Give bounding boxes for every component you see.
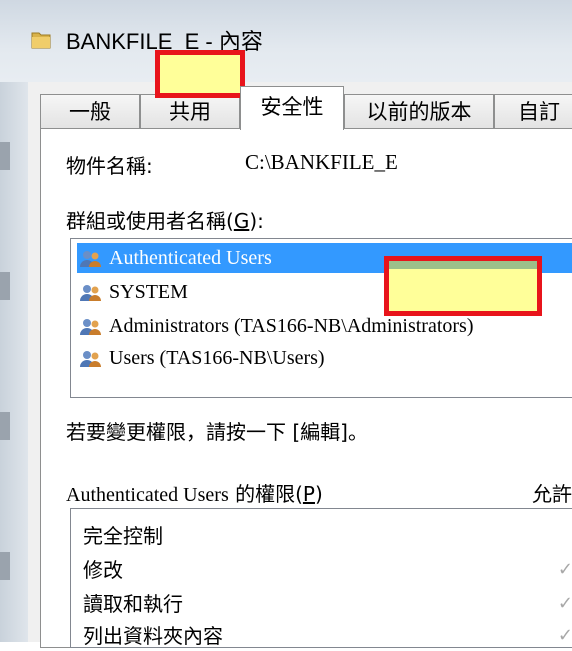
tab-strip: 一般 共用 安全性 以前的版本 自訂 xyxy=(40,86,572,130)
group-item-users[interactable]: Users (TAS166-NB\Users) xyxy=(77,343,325,373)
group-name: SYSTEM xyxy=(109,281,188,303)
permission-name: 列出資料夾內容 xyxy=(83,624,223,648)
group-name: Users (TAS166-NB\Users) xyxy=(109,347,325,369)
users-icon xyxy=(79,316,103,346)
permissions-label-user: Authenticated Users xyxy=(66,484,229,506)
redaction-box xyxy=(384,256,542,316)
background-window-edge xyxy=(0,82,28,642)
groups-label-suffix: ): xyxy=(249,209,264,233)
checkmark-icon: ✓ xyxy=(557,559,572,580)
groups-label-accesskey: G xyxy=(233,209,250,233)
permission-name: 完全控制 xyxy=(83,524,163,548)
groups-label-prefix: 群組或使用者名稱( xyxy=(66,209,234,233)
folder-icon xyxy=(30,28,54,56)
groups-label: 群組或使用者名稱(G): xyxy=(66,205,264,234)
tab-general[interactable]: 一般 xyxy=(40,94,140,128)
title-bar: BANKFILE_E - 內容 xyxy=(0,0,572,82)
object-name-label: 物件名稱: xyxy=(66,154,153,178)
users-icon xyxy=(79,282,103,312)
users-icon xyxy=(79,248,103,278)
permission-name: 讀取和執行 xyxy=(83,592,183,616)
group-name: Administrators (TAS166-NB\Administrators… xyxy=(109,315,474,337)
permission-row-list-folder-contents: 列出資料夾內容 ✓ xyxy=(83,621,572,651)
edit-hint: 若要變更權限，請按一下 [編輯]。 xyxy=(66,420,368,444)
allow-column-header: 允許 xyxy=(532,482,572,506)
permission-row-full-control: 完全控制 xyxy=(83,521,572,551)
group-item-system[interactable]: SYSTEM xyxy=(77,277,188,307)
tab-customize[interactable]: 自訂 xyxy=(494,94,572,128)
tab-sharing[interactable]: 共用 xyxy=(140,94,240,128)
permissions-list: 完全控制 修改 ✓ 讀取和執行 ✓ 列出資料夾內容 ✓ xyxy=(70,508,572,648)
object-name-value: C:\BANKFILE_E xyxy=(245,150,398,174)
permissions-label-prefix: 的權限( xyxy=(228,482,303,506)
checkmark-icon: ✓ xyxy=(557,593,572,614)
permissions-label-suffix: ) xyxy=(314,482,323,506)
permission-row-read-execute: 讀取和執行 ✓ xyxy=(83,589,572,619)
checkmark-icon: ✓ xyxy=(557,625,572,646)
permissions-label: Authenticated Users 的權限(P) xyxy=(66,478,323,507)
permission-name: 修改 xyxy=(83,558,123,582)
users-icon xyxy=(79,348,103,378)
tab-previous-versions[interactable]: 以前的版本 xyxy=(344,94,494,128)
permissions-label-accesskey: P xyxy=(302,482,315,506)
group-name: Authenticated Users xyxy=(109,247,272,269)
permission-row-modify: 修改 ✓ xyxy=(83,555,572,585)
redaction-box xyxy=(155,50,245,98)
tab-security[interactable]: 安全性 xyxy=(240,86,344,130)
